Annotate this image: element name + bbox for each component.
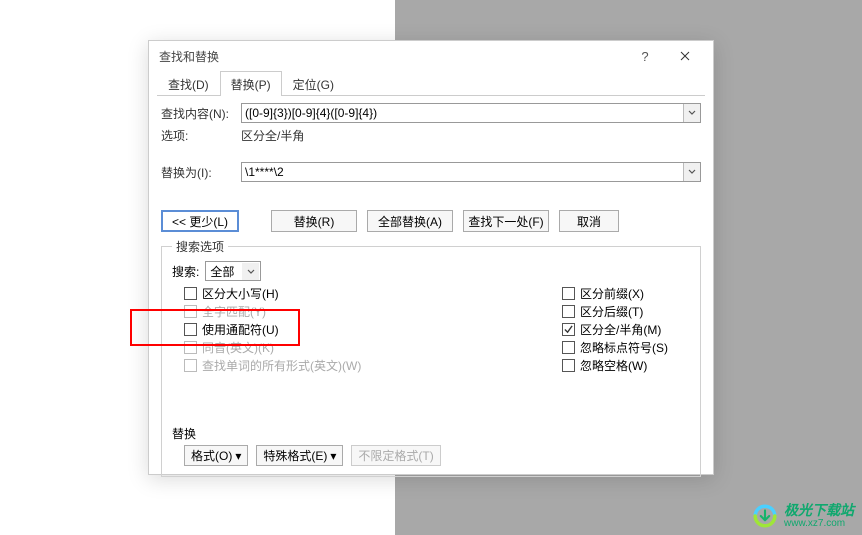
chevron-down-icon [688, 169, 696, 175]
watermark-url: www.xz7.com [784, 518, 854, 529]
special-format-button[interactable]: 特殊格式(E) ▾ [256, 445, 343, 466]
checkbox-box [184, 323, 197, 336]
checkbox-label: 区分前缀(X) [580, 285, 644, 302]
chevron-down-icon [247, 269, 255, 275]
checkbox-box [562, 323, 575, 336]
find-next-button[interactable]: 查找下一处(F) [463, 210, 549, 232]
replace-dropdown-button[interactable] [683, 163, 700, 181]
checkbox-option: 同音(英文)(K) [184, 339, 562, 356]
replace-format-section: 替换 格式(O) ▾ 特殊格式(E) ▾ 不限定格式(T) [172, 425, 690, 466]
checkbox-label: 使用通配符(U) [202, 321, 279, 338]
titlebar: 查找和替换 ? [149, 41, 713, 71]
checkbox-option: 全字匹配(Y) [184, 303, 562, 320]
find-label: 查找内容(N): [161, 105, 241, 122]
checkbox-option[interactable]: 区分大小写(H) [184, 285, 562, 302]
checkbox-option[interactable]: 忽略标点符号(S) [562, 339, 690, 356]
dialog-title: 查找和替换 [159, 48, 625, 65]
tabs: 查找(D) 替换(P) 定位(G) [157, 71, 705, 96]
replace-button[interactable]: 替换(R) [271, 210, 357, 232]
tab-replace[interactable]: 替换(P) [220, 71, 282, 96]
find-input[interactable] [241, 103, 701, 123]
chevron-down-icon [688, 110, 696, 116]
help-button[interactable]: ? [625, 42, 665, 70]
find-replace-dialog: 查找和替换 ? 查找(D) 替换(P) 定位(G) 查找内容(N): 选项: 区… [148, 40, 714, 475]
options-label: 选项: [161, 127, 241, 144]
tab-goto[interactable]: 定位(G) [282, 71, 345, 96]
checkbox-option[interactable]: 忽略空格(W) [562, 357, 690, 374]
checkbox-option[interactable]: 使用通配符(U) [184, 321, 562, 338]
options-value: 区分全/半角 [241, 127, 304, 144]
checkbox-box [562, 341, 575, 354]
checkbox-box [562, 305, 575, 318]
checkbox-box [184, 305, 197, 318]
no-format-button: 不限定格式(T) [351, 445, 440, 466]
site-logo-icon [751, 502, 779, 530]
watermark-name: 极光下载站 [784, 503, 854, 518]
checkbox-box [184, 359, 197, 372]
watermark: 极光下载站 www.xz7.com [751, 502, 854, 530]
tab-find[interactable]: 查找(D) [157, 71, 220, 96]
cancel-button[interactable]: 取消 [559, 210, 619, 232]
find-dropdown-button[interactable] [683, 104, 700, 122]
checkbox-label: 忽略标点符号(S) [580, 339, 668, 356]
checkbox-label: 全字匹配(Y) [202, 303, 266, 320]
checkbox-label: 区分大小写(H) [202, 285, 279, 302]
checkbox-box [184, 341, 197, 354]
close-icon [680, 51, 690, 61]
checkbox-label: 区分后缀(T) [580, 303, 643, 320]
close-button[interactable] [665, 42, 705, 70]
search-options-fieldset: 搜索选项 搜索: 全部 区分大小写(H)全字匹配(Y)使用通配符(U)同音(英文… [161, 238, 701, 477]
search-scope-label: 搜索: [172, 263, 199, 280]
less-options-button[interactable]: << 更少(L) [161, 210, 239, 232]
checkbox-label: 同音(英文)(K) [202, 339, 274, 356]
format-button[interactable]: 格式(O) ▾ [184, 445, 248, 466]
checkbox-option[interactable]: 区分全/半角(M) [562, 321, 690, 338]
checkbox-box [184, 287, 197, 300]
action-buttons: << 更少(L) 替换(R) 全部替换(A) 查找下一处(F) 取消 [161, 210, 701, 232]
replace-input[interactable] [241, 162, 701, 182]
search-scope-select[interactable]: 全部 [205, 261, 261, 281]
replace-section-label: 替换 [172, 425, 690, 442]
checkbox-box [562, 287, 575, 300]
replace-with-label: 替换为(I): [161, 164, 241, 181]
dialog-content: 查找内容(N): 选项: 区分全/半角 替换为(I): << 更少(L) [149, 99, 713, 485]
checkbox-option: 查找单词的所有形式(英文)(W) [184, 357, 562, 374]
checkbox-option[interactable]: 区分后缀(T) [562, 303, 690, 320]
checkbox-label: 忽略空格(W) [580, 357, 647, 374]
checkbox-option[interactable]: 区分前缀(X) [562, 285, 690, 302]
replace-all-button[interactable]: 全部替换(A) [367, 210, 453, 232]
checkbox-label: 查找单词的所有形式(英文)(W) [202, 357, 361, 374]
search-options-legend: 搜索选项 [172, 238, 228, 255]
checkbox-box [562, 359, 575, 372]
checkbox-label: 区分全/半角(M) [580, 321, 661, 338]
